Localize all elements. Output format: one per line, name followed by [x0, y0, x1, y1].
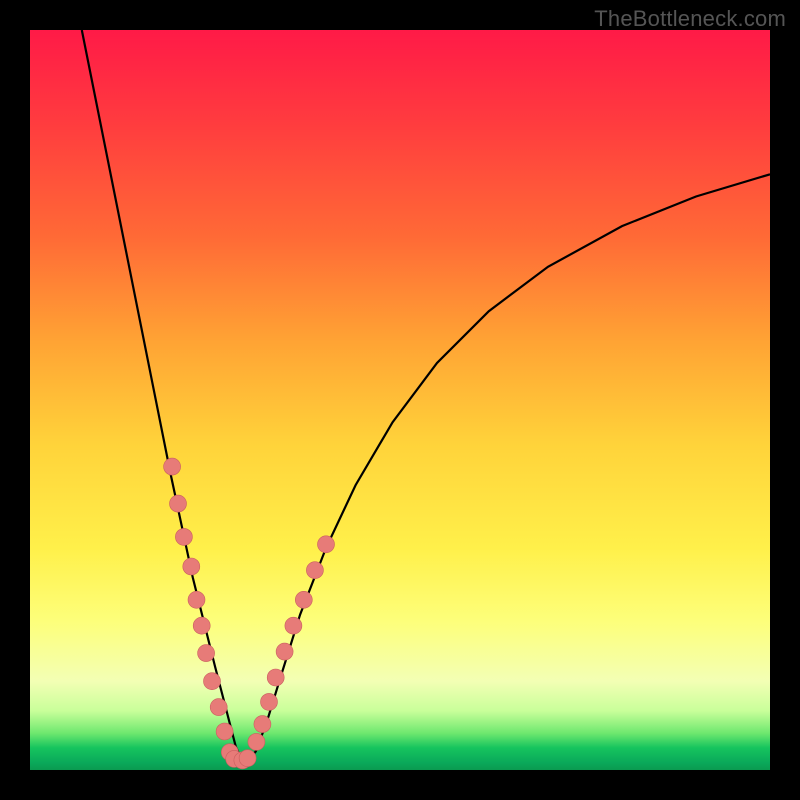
- watermark-text: TheBottleneck.com: [594, 6, 786, 32]
- data-point: [306, 562, 323, 579]
- data-point: [295, 591, 312, 608]
- data-point: [188, 591, 205, 608]
- data-point: [193, 617, 210, 634]
- data-point: [216, 723, 233, 740]
- data-point: [164, 458, 181, 475]
- data-point: [285, 617, 302, 634]
- chart-frame: TheBottleneck.com: [0, 0, 800, 800]
- data-point: [248, 733, 265, 750]
- data-point: [170, 495, 187, 512]
- data-point: [204, 673, 221, 690]
- data-point: [183, 558, 200, 575]
- data-point: [239, 750, 256, 767]
- bottleneck-curve: [82, 30, 770, 762]
- data-point: [210, 699, 227, 716]
- plot-area: [30, 30, 770, 770]
- data-point: [267, 669, 284, 686]
- curve-svg: [30, 30, 770, 770]
- data-point: [198, 645, 215, 662]
- data-point: [261, 693, 278, 710]
- data-point: [318, 536, 335, 553]
- data-point: [175, 528, 192, 545]
- dots-layer: [164, 458, 335, 769]
- data-point: [254, 716, 271, 733]
- data-point: [276, 643, 293, 660]
